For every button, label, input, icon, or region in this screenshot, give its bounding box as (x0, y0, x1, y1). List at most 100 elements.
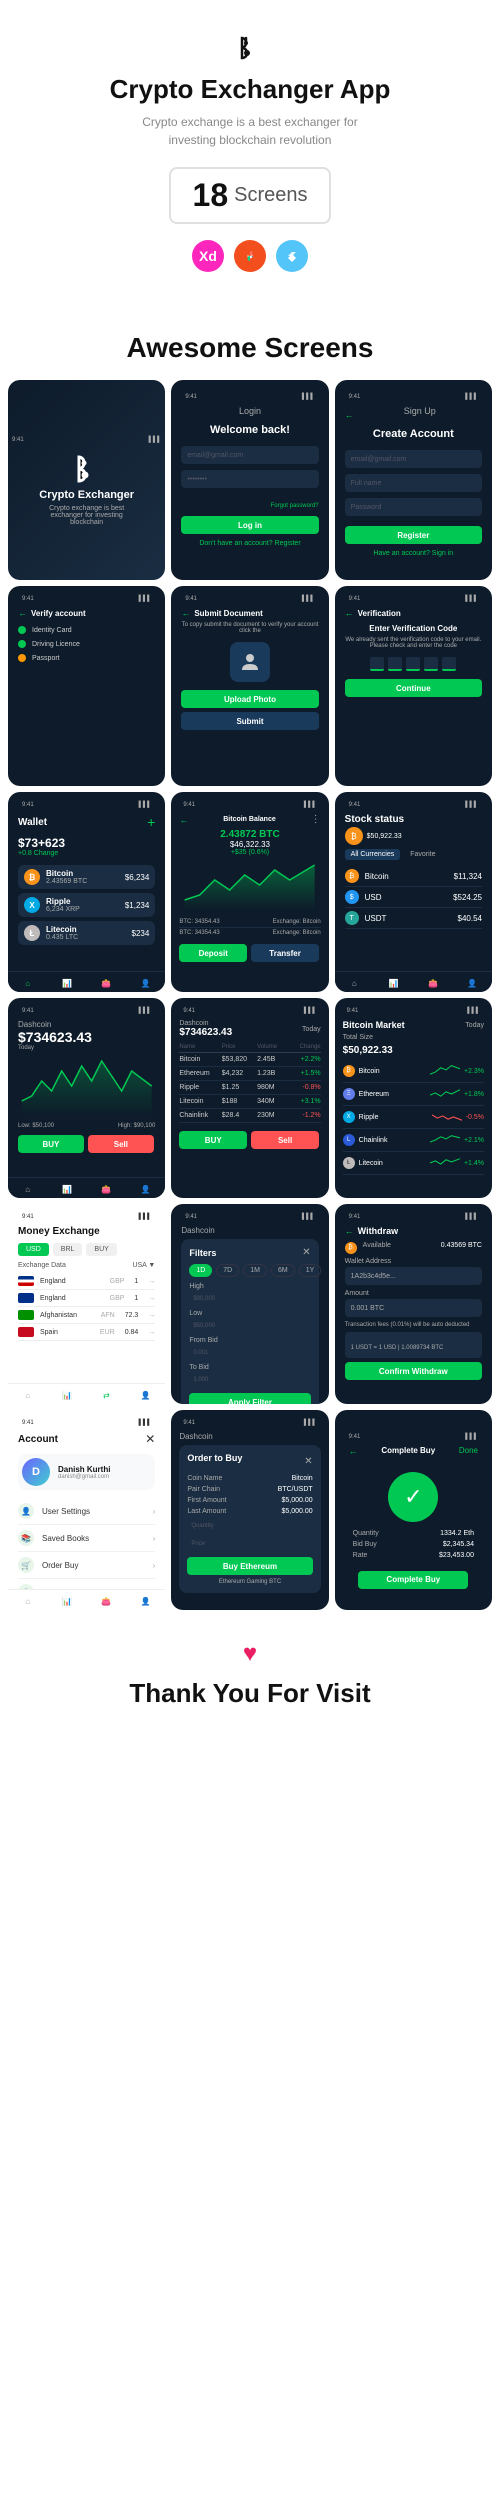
verify-dot-passport (18, 654, 26, 662)
stock-nav-home[interactable]: ⌂ (347, 976, 361, 990)
high-input[interactable]: $90,000 (189, 1292, 310, 1306)
complete-buy-btn[interactable]: Complete Buy (358, 1571, 468, 1589)
buy-ethereum-btn[interactable]: Buy Ethereum (187, 1557, 312, 1575)
tobid-input[interactable]: 1.000 (189, 1373, 310, 1387)
acct-nav-home[interactable]: ⌂ (21, 1594, 35, 1608)
transfer-button[interactable]: Transfer (251, 944, 319, 962)
exchange-nav-user[interactable]: 👤 (139, 1388, 153, 1402)
nav-wallet[interactable]: 👛 (99, 976, 113, 990)
success-circle: ✓ (388, 1472, 438, 1522)
filter-6m[interactable]: 6M (271, 1264, 295, 1277)
exchange-nav-home[interactable]: ⌂ (21, 1388, 35, 1402)
continue-button[interactable]: Continue (345, 679, 482, 697)
app-title: Crypto Exchanger App (20, 74, 480, 105)
back-arrow-bitcoin[interactable]: ← (179, 815, 188, 825)
market-xrp: X Ripple -0.5% (343, 1106, 484, 1129)
back-arrow-verification[interactable]: ← (345, 608, 354, 618)
apply-filter-btn[interactable]: Apply Filter (189, 1393, 310, 1404)
stock-nav-chart[interactable]: 📊 (387, 976, 401, 990)
back-arrow-submit[interactable]: ← (181, 608, 190, 618)
xd-icon: Xd (192, 240, 224, 272)
filter-1d[interactable]: 1D (189, 1264, 212, 1277)
filter-close[interactable]: ✕ (302, 1247, 310, 1258)
stock-nav-user[interactable]: 👤 (465, 976, 479, 990)
back-arrow-signup[interactable]: ← (345, 410, 354, 420)
account-close-icon[interactable]: ✕ (145, 1432, 155, 1446)
signup-link[interactable]: Don't have an account? Register (199, 540, 300, 547)
dash-nav-wallet[interactable]: 👛 (99, 1182, 113, 1196)
filter-1m[interactable]: 1M (243, 1264, 267, 1277)
signup-name-input[interactable]: Full name (345, 474, 482, 492)
tab-all-currencies[interactable]: All Currencies (345, 849, 401, 860)
filter-7d[interactable]: 7D (216, 1264, 239, 1277)
back-arrow-withdraw[interactable]: ← (345, 1226, 354, 1236)
exchange-nav-chart[interactable]: 📊 (60, 1388, 74, 1402)
confirm-withdraw-btn[interactable]: Confirm Withdraw (345, 1362, 482, 1380)
order-first-amount: First Amount $5,000.00 (187, 1497, 312, 1504)
signin-link[interactable]: Have an account? Sign in (373, 550, 453, 557)
bitcoin-chart (179, 860, 320, 910)
mkt-btc-icon: ₿ (343, 1065, 355, 1077)
tab-buy[interactable]: BUY (86, 1243, 116, 1256)
order-price-input[interactable]: Price (187, 1537, 312, 1551)
code-box-3[interactable] (406, 657, 420, 671)
order-title: Order to Buy (187, 1453, 242, 1463)
exchange-nav-swap[interactable]: ⇄ (99, 1388, 113, 1402)
code-box-5[interactable] (442, 657, 456, 671)
upload-button[interactable]: Upload Photo (181, 690, 318, 708)
filter-1y[interactable]: 1Y (299, 1264, 322, 1277)
menu-order-buy[interactable]: 🛒 Order Buy › (18, 1552, 155, 1579)
nav-chart[interactable]: 📊 (60, 976, 74, 990)
btc-total-val: $50,922.33 (343, 1045, 484, 1056)
verify-item-licence: Driving Licence (18, 640, 155, 648)
menu-saved-books[interactable]: 📚 Saved Books › (18, 1525, 155, 1552)
code-box-1[interactable] (370, 657, 384, 671)
code-box-2[interactable] (388, 657, 402, 671)
dash-nav-chart[interactable]: 📊 (60, 1182, 74, 1196)
login-password-input[interactable]: •••••••• (181, 470, 318, 488)
login-email-input[interactable]: email@gmail.com (181, 446, 318, 464)
crypto-ripple: X Ripple 6,234 XRP $1,234 (18, 893, 155, 917)
order-qty-input[interactable]: Quantity (187, 1519, 312, 1533)
nav-user[interactable]: 👤 (139, 976, 153, 990)
signup-email-input[interactable]: email@gmail.com (345, 450, 482, 468)
amount-input[interactable]: 0.001 BTC (345, 1299, 482, 1317)
login-button[interactable]: Log in (181, 516, 318, 534)
tab-favorite[interactable]: Favorite (404, 849, 441, 860)
code-box-4[interactable] (424, 657, 438, 671)
table-buy-btn[interactable]: BUY (179, 1131, 247, 1149)
order-close-icon[interactable]: ✕ (304, 1456, 312, 1467)
stock-nav-wallet[interactable]: 👛 (426, 976, 440, 990)
bitcoin-menu-icon[interactable]: ⋮ (311, 814, 321, 825)
screen-verification: 9:41▌▌▌ ← Verification Enter Verificatio… (335, 586, 492, 786)
acct-nav-user[interactable]: 👤 (139, 1594, 153, 1608)
statusbar-verification: 9:41▌▌▌ (345, 594, 482, 604)
forgot-link[interactable]: Forgot password? (271, 503, 319, 509)
table-sell-btn[interactable]: Sell (251, 1131, 319, 1149)
dashcoin-buy-btn[interactable]: BUY (18, 1135, 84, 1153)
submit-button[interactable]: Submit (181, 712, 318, 730)
wallet-addr-input[interactable]: 1A2b3c4d5e... (345, 1267, 482, 1285)
mkt-btc-change: +2.3% (464, 1068, 484, 1075)
tab-brl[interactable]: BRL (53, 1243, 83, 1256)
dash-nav-user[interactable]: 👤 (139, 1182, 153, 1196)
deposit-button[interactable]: Deposit (179, 944, 247, 962)
bitcoin-detail-row2: BTC: 34354.43Exchange: Bitcoin (179, 928, 320, 938)
acct-nav-chart[interactable]: 📊 (60, 1594, 74, 1608)
nav-home[interactable]: ⌂ (21, 976, 35, 990)
tab-usd[interactable]: USD (18, 1243, 49, 1256)
signup-button[interactable]: Register (345, 526, 482, 544)
add-wallet-icon[interactable]: + (147, 814, 155, 830)
wallet-change: +0.8 Change (18, 850, 155, 857)
statusbar-complete: 9:41▌▌▌ (345, 1432, 482, 1442)
back-arrow-complete[interactable]: ← (349, 1446, 358, 1456)
acct-nav-wallet[interactable]: 👛 (99, 1594, 113, 1608)
dashcoin-sell-btn[interactable]: Sell (88, 1135, 154, 1153)
dash-nav-home[interactable]: ⌂ (21, 1182, 35, 1196)
low-input[interactable]: $50,000 (189, 1319, 310, 1333)
signup-password-input[interactable]: Password (345, 498, 482, 516)
exchange-row-england: England GBP 1 → (18, 1273, 155, 1290)
menu-user-settings[interactable]: 👤 User Settings › (18, 1498, 155, 1525)
frombid-input[interactable]: 0.001 (189, 1346, 310, 1360)
back-arrow-verify[interactable]: ← (18, 608, 27, 618)
